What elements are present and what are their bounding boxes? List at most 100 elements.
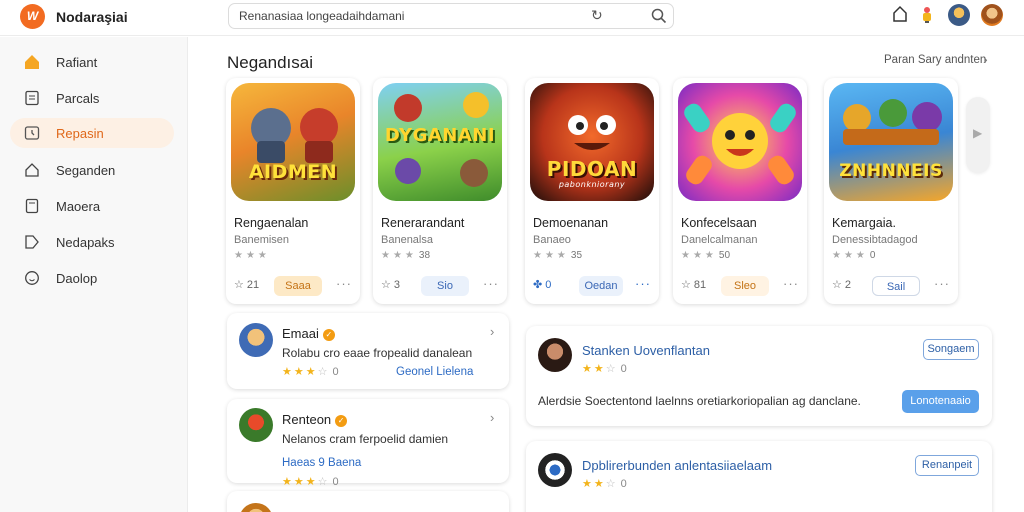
chevron-right-icon[interactable]: › [983, 51, 988, 67]
sidebar-item-3[interactable]: Seganden [10, 155, 174, 185]
see-more-link[interactable]: Paran Sary andnten [884, 54, 986, 66]
verified-badge-icon: ✓ [335, 414, 348, 427]
get-button[interactable]: Oedan [579, 276, 623, 296]
home-icon[interactable] [892, 5, 908, 23]
game-art-image: AIDMEN [231, 83, 355, 201]
review-count: 0 [620, 363, 627, 375]
review-link[interactable]: Geonel Lielena [396, 366, 473, 378]
sidebar-item-1[interactable]: Parcals [10, 83, 174, 113]
more-options-icon[interactable]: ··· [336, 276, 352, 291]
share-count[interactable]: ☆ 2 [832, 278, 851, 291]
game-card[interactable]: AIDMEN Rengaenalan Banemisen ★★★ ☆ 21 Sa… [226, 78, 360, 304]
review-card[interactable] [227, 491, 509, 512]
chevron-right-icon: ▶ [973, 126, 983, 140]
home-icon [25, 55, 39, 69]
review-card[interactable]: Emaai ✓ › Rolabu cro eaae fropealid danal… [227, 313, 509, 389]
game-card[interactable]: ZNHNNEIS Kemargaia. Denessibtadagod ★★★ 0… [824, 78, 958, 304]
carousel-next-button[interactable]: ▶ [966, 97, 990, 173]
sidebar-item-0[interactable]: Rafiant [10, 47, 174, 77]
game-card[interactable]: DYGANANI Renerarandant Banenalsa ★★★ 38 ☆… [373, 78, 507, 304]
game-art-title: ZNHNNEIS [839, 161, 943, 181]
star-rating: ★★★ 0 [832, 250, 876, 261]
star-rating: ★★★ [234, 250, 270, 261]
review-stars: ★★☆ 0 [582, 478, 627, 490]
refresh-icon[interactable]: ↻ [591, 7, 603, 24]
chevron-right-icon[interactable]: › [490, 324, 494, 339]
game-art-title: PIDOAN [546, 157, 638, 181]
star-rating: ★★★ 50 [681, 250, 731, 261]
reviewer-name: Emaai ✓ [282, 326, 335, 341]
house-icon [25, 163, 39, 177]
sidebar-item-label: Rafiant [56, 55, 98, 70]
sidebar-item-label: Parcals [56, 91, 100, 106]
game-developer: Banenalsa [381, 234, 433, 246]
more-options-icon[interactable]: ··· [483, 276, 499, 291]
game-name: Konfecelsaan [681, 216, 757, 230]
game-art-image: DYGANANI [378, 83, 502, 201]
review-count: 0 [620, 478, 627, 490]
share-count[interactable]: ☆ 21 [234, 278, 259, 291]
sidebar-item-5[interactable]: Nedapaks [10, 227, 174, 257]
review-stars: ★★★☆ 0 [282, 476, 339, 488]
share-count[interactable]: ☆ 3 [381, 278, 400, 291]
logo-icon[interactable]: W [20, 4, 45, 29]
review-card[interactable]: Renteon ✓ › Nelanos cram ferpoelid damien… [227, 399, 509, 488]
share-count-value: 21 [246, 279, 260, 291]
more-options-icon[interactable]: ··· [783, 276, 799, 291]
user-avatar[interactable] [981, 4, 1003, 26]
game-art-title: AIDMEN [248, 161, 338, 183]
game-name: Demoenanan [533, 216, 609, 230]
review-count: 0 [332, 366, 339, 378]
game-card[interactable]: PIDOAN pabonkniorany Demoenanan Banaeo ★… [525, 78, 659, 304]
review-text: Alerdsie Soectentond laelnns oretiarkori… [538, 394, 861, 408]
sidebar-item-label: Nedapaks [56, 235, 115, 250]
game-art-subtitle: pabonkniorany [558, 180, 626, 189]
follow-button[interactable]: Songaem [923, 339, 979, 360]
review-link[interactable]: Haeas 9 Baena [282, 457, 361, 469]
game-developer: Banemisen [234, 234, 290, 246]
sidebar-item-label: Repasin [56, 126, 104, 141]
featured-review-card[interactable]: Stanken Uovenflantan ★★☆ 0 Songaem Alerds… [526, 326, 992, 426]
share-count[interactable]: ✤ 0 [533, 278, 551, 291]
primary-action-button[interactable]: Lonotenaaio [902, 390, 979, 413]
reviewer-avatar [239, 323, 273, 357]
notification-icon[interactable] [921, 6, 933, 24]
game-card[interactable]: Konfecelsaan Danelcalmanan ★★★ 50 ☆ 81 Sl… [673, 78, 807, 304]
game-art-image [678, 83, 802, 201]
share-count[interactable]: ☆ 81 [681, 278, 706, 291]
reviewer-avatar [239, 503, 273, 512]
search-input[interactable]: Renanasiaa longeadaihdamani [239, 9, 404, 23]
get-button[interactable]: Sio [421, 276, 469, 296]
reviewer-name: Stanken Uovenflantan [582, 343, 710, 358]
search-box[interactable]: Renanasiaa longeadaihdamani ↻ [228, 3, 674, 29]
get-button[interactable]: Saaa [274, 276, 322, 296]
chevron-right-icon[interactable]: › [490, 410, 494, 425]
review-card[interactable]: Dpblirerbunden anlentasiiaelaam ★★☆ 0 Ren… [526, 441, 992, 512]
app-title: Nodaraşiai [56, 9, 128, 25]
top-bar: W Nodaraşiai Renanasiaa longeadaihdamani… [0, 0, 1024, 36]
review-stars: ★★☆ 0 [582, 363, 627, 375]
reviewer-name-text: Emaai [282, 326, 319, 341]
reviewer-avatar [538, 338, 572, 372]
game-art-image: PIDOAN pabonkniorany [530, 83, 654, 201]
sidebar-item-6[interactable]: Daolop [10, 263, 174, 293]
sidebar-item-4[interactable]: Maoera [10, 191, 174, 221]
rating-count: 0 [869, 250, 876, 261]
sidebar: Rafiant Parcals Repasin Seganden Maoera … [0, 37, 188, 512]
search-icon[interactable] [651, 8, 667, 24]
game-name: Renerarandant [381, 216, 465, 230]
share-count-value: 81 [693, 279, 707, 291]
rating-count: 38 [418, 250, 431, 261]
star-rating: ★★★ 38 [381, 250, 431, 261]
book-icon [25, 198, 39, 214]
get-button[interactable]: Sail [872, 276, 920, 296]
sidebar-item-label: Maoera [56, 199, 101, 214]
reviewer-avatar [538, 453, 572, 487]
get-button[interactable]: Sleo [721, 276, 769, 296]
more-options-icon[interactable]: ··· [934, 276, 950, 291]
profile-avatar[interactable] [948, 4, 970, 26]
smile-icon [25, 271, 39, 285]
sidebar-item-2[interactable]: Repasin [10, 118, 174, 148]
more-options-icon[interactable]: ··· [635, 276, 651, 291]
follow-button[interactable]: Renanpeit [915, 455, 979, 476]
